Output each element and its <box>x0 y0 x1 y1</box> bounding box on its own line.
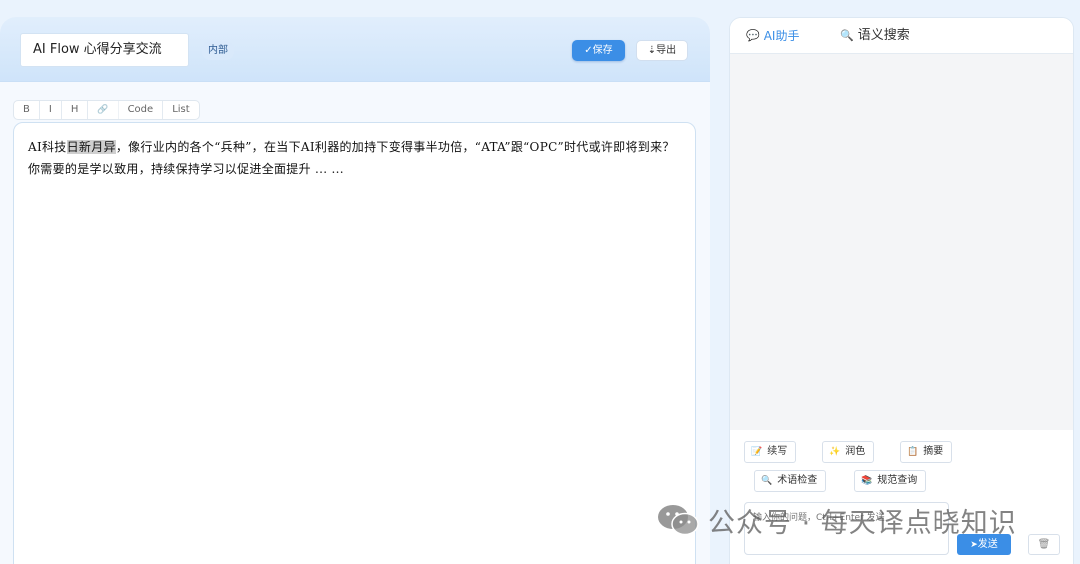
wechat-logo-icon <box>658 505 699 536</box>
heading-button[interactable]: H <box>62 101 89 119</box>
export-button[interactable]: ⇣导出 <box>636 40 688 61</box>
polish-button[interactable]: ✨ 润色 <box>822 441 875 463</box>
term-check-button[interactable]: 🔍 术语检查 <box>754 470 827 492</box>
text-selection: 日新月异 <box>66 140 116 154</box>
format-toolbar: B I H 🔗 Code List <box>13 100 200 120</box>
list-button[interactable]: List <box>163 101 198 119</box>
visibility-badge: 内部 <box>202 41 234 60</box>
clipboard-icon: 📋 <box>907 447 919 457</box>
send-icon: ➤ <box>970 540 978 550</box>
action-label: 规范查询 <box>877 475 918 486</box>
editor-header: AI Flow 心得分享交流 内部 ✓保存 ⇣导出 <box>0 17 710 82</box>
action-label: 术语检查 <box>777 475 818 486</box>
doc-title-input[interactable]: AI Flow 心得分享交流 <box>20 33 189 67</box>
editor-panel: AI Flow 心得分享交流 内部 ✓保存 ⇣导出 B I H 🔗 Code L… <box>0 17 710 564</box>
tab-label: AI助手 <box>763 29 800 43</box>
text-segment: ，像行业内的各个“兵种”，在当下AI利器的加持下变得事半功倍，“ATA”跟“OP… <box>28 140 675 176</box>
editor-text[interactable]: AI科技日新月异，像行业内的各个“兵种”，在当下AI利器的加持下变得事半功倍，“… <box>28 136 681 180</box>
tab-ai-assistant[interactable]: 💬 AI助手 <box>746 28 799 44</box>
pencil-icon: 📝 <box>751 447 763 457</box>
sparkle-icon: ✨ <box>829 447 841 457</box>
chat-history <box>730 54 1073 430</box>
italic-button[interactable]: I <box>40 101 62 119</box>
tab-semantic-search[interactable]: 🔍 语义搜索 <box>840 28 910 44</box>
watermark-text: 公众号 · 每天译点晓知识 <box>708 507 1017 539</box>
bold-button[interactable]: B <box>14 101 40 119</box>
standards-query-button[interactable]: 📚 规范查询 <box>854 470 927 492</box>
link-icon[interactable]: 🔗 <box>88 101 119 119</box>
action-label: 摘要 <box>923 446 944 457</box>
trash-icon[interactable]: 🗑 <box>1028 534 1060 555</box>
ai-tabs: 💬 AI助手 🔍 语义搜索 <box>730 18 1073 54</box>
search-icon: 🔍 <box>840 29 854 42</box>
tab-label: 语义搜索 <box>857 28 910 43</box>
code-button[interactable]: Code <box>119 101 164 119</box>
ai-assistant-panel: 💬 AI助手 🔍 语义搜索 📝 续写 ✨ 润色 📋 摘要 🔍 术语检查 📚 规范… <box>729 17 1074 564</box>
send-label: 发送 <box>977 539 998 550</box>
action-label: 润色 <box>845 446 866 457</box>
action-label: 续写 <box>767 446 788 457</box>
watermark: 公众号 · 每天译点晓知识 <box>656 502 1017 539</box>
editor-body[interactable]: AI科技日新月异，像行业内的各个“兵种”，在当下AI利器的加持下变得事半功倍，“… <box>13 122 696 564</box>
text-segment: AI科技 <box>28 140 67 154</box>
save-button[interactable]: ✓保存 <box>572 40 625 61</box>
continue-writing-button[interactable]: 📝 续写 <box>744 441 797 463</box>
chat-bubble-icon: 💬 <box>746 29 760 42</box>
quick-actions: 📝 续写 ✨ 润色 📋 摘要 🔍 术语检查 📚 规范查询 ➤发送 🗑 <box>730 430 1073 564</box>
books-icon: 📚 <box>861 476 873 486</box>
magnifier-icon: 🔍 <box>761 476 773 486</box>
summary-button[interactable]: 📋 摘要 <box>900 441 953 463</box>
